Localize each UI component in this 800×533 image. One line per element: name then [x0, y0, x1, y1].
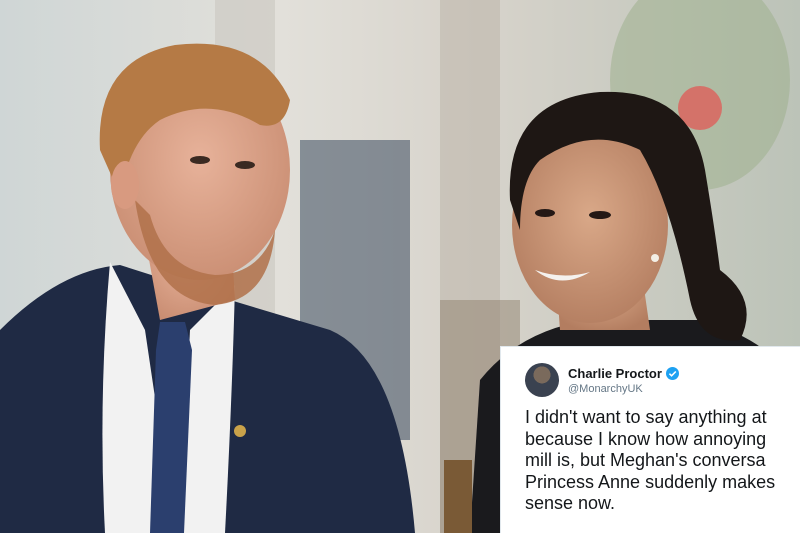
- tweet-line: I didn't want to say anything at: [525, 407, 767, 427]
- tweet-line: because I know how annoying: [525, 428, 767, 449]
- verified-badge-icon: [665, 367, 679, 380]
- author-name[interactable]: Charlie Proctor: [568, 366, 679, 381]
- tweet-header: Charlie Proctor @MonarchyUK: [525, 363, 800, 399]
- tweet-line: sense now.: [525, 493, 616, 513]
- tweet-line: Princess Anne suddenly makes: [525, 471, 776, 492]
- author-handle[interactable]: @MonarchyUK: [568, 383, 643, 395]
- tweet-card: Charlie Proctor @MonarchyUK I didn't wan…: [500, 346, 800, 533]
- photo-stage: Charlie Proctor @MonarchyUK I didn't wan…: [0, 0, 800, 533]
- avatar[interactable]: [525, 363, 559, 397]
- tweet-line: mill is, but Meghan's conversa: [525, 450, 766, 470]
- tweet-text: I didn't want to say anything at because…: [525, 407, 800, 515]
- author-name-text[interactable]: Charlie Proctor: [568, 366, 662, 381]
